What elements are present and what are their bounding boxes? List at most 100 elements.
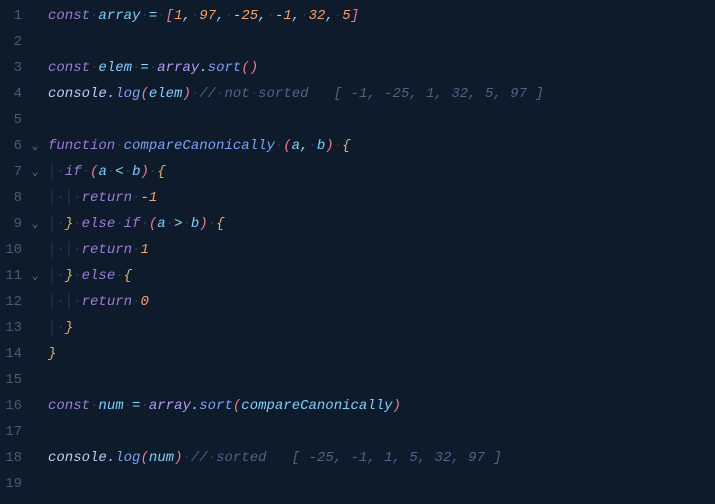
code-line[interactable]: 2 bbox=[0, 30, 715, 56]
code-content[interactable]: const·array·=·[1,·97,·-25,·-1,·32,·5] bbox=[42, 4, 359, 30]
token-op: - bbox=[140, 190, 148, 206]
code-content[interactable]: function·compareCanonically·(a,·b)·{ bbox=[42, 134, 351, 160]
token-var: compareCanonically bbox=[241, 398, 392, 414]
token-ws: · bbox=[182, 216, 190, 232]
fold-chevron-icon[interactable]: ⌄ bbox=[28, 215, 42, 235]
token-num: 1 bbox=[283, 8, 291, 24]
token-guide: │ bbox=[65, 242, 73, 258]
token-fn: log bbox=[115, 450, 140, 466]
code-content[interactable]: const·elem·=·array.sort() bbox=[42, 56, 258, 82]
code-content[interactable]: │·}·else·{ bbox=[42, 264, 132, 290]
line-number: 15 bbox=[0, 368, 28, 394]
code-line[interactable]: 17 bbox=[0, 420, 715, 446]
token-ws: · bbox=[56, 164, 64, 180]
code-line[interactable]: 4 console.log(elem)·//·not·sorted [ -1, -… bbox=[0, 82, 715, 108]
code-content[interactable]: │·}·else·if·(a·>·b)·{ bbox=[42, 212, 225, 238]
token-brace: } bbox=[65, 320, 73, 336]
token-comment: sorted bbox=[258, 86, 308, 102]
token-punct: . bbox=[199, 60, 207, 76]
token-ws: · bbox=[56, 242, 64, 258]
token-ws: · bbox=[115, 138, 123, 154]
token-ws: · bbox=[140, 398, 148, 414]
token-fn: log bbox=[115, 86, 140, 102]
code-line[interactable]: 1const·array·=·[1,·97,·-25,·-1,·32,·5] bbox=[0, 4, 715, 30]
line-number: 9 bbox=[0, 212, 28, 238]
line-number: 5 bbox=[0, 108, 28, 134]
token-kw: else bbox=[82, 216, 116, 232]
code-line[interactable]: 8│·│·return·-1 bbox=[0, 186, 715, 212]
token-var: array bbox=[98, 8, 140, 24]
token-ws: · bbox=[56, 216, 64, 232]
token-comment: // bbox=[199, 86, 216, 102]
code-line[interactable]: 3const·elem·=·array.sort() bbox=[0, 56, 715, 82]
code-line[interactable]: 16const·num·=·array.sort(compareCanonica… bbox=[0, 394, 715, 420]
code-line[interactable]: 13│·} bbox=[0, 316, 715, 342]
code-line[interactable]: 15 bbox=[0, 368, 715, 394]
token-kw: return bbox=[82, 242, 132, 258]
token-comment: [ -1, -25, 1, 32, 5, 97 ] bbox=[309, 86, 544, 102]
code-line[interactable]: 18 console.log(num)·//·sorted [ -25, -1, … bbox=[0, 446, 715, 472]
token-paren: ) bbox=[325, 138, 333, 154]
token-ws: · bbox=[73, 268, 81, 284]
token-kw: return bbox=[82, 190, 132, 206]
code-line[interactable]: 11⌄│·}·else·{ bbox=[0, 264, 715, 290]
token-obj: console bbox=[48, 86, 107, 102]
fold-chevron-icon[interactable]: ⌄ bbox=[28, 163, 42, 183]
token-kw: const bbox=[48, 398, 90, 414]
code-line[interactable]: 9⌄│·}·else·if·(a·>·b)·{ bbox=[0, 212, 715, 238]
token-ws: · bbox=[300, 8, 308, 24]
code-line[interactable]: 6⌄function·compareCanonically·(a,·b)·{ bbox=[0, 134, 715, 160]
fold-chevron-icon[interactable]: ⌄ bbox=[28, 137, 42, 157]
token-num: 97 bbox=[199, 8, 216, 24]
token-op: = bbox=[149, 8, 157, 24]
code-content[interactable]: const·num·=·array.sort(compareCanonicall… bbox=[42, 394, 401, 420]
code-line[interactable]: 7⌄│·if·(a·<·b)·{ bbox=[0, 160, 715, 186]
code-content[interactable]: } bbox=[42, 342, 56, 368]
token-num: 5 bbox=[342, 8, 350, 24]
token-paren: ] bbox=[351, 8, 359, 24]
code-line[interactable]: 19 bbox=[0, 472, 715, 498]
code-content[interactable]: │·│·return·0 bbox=[42, 290, 149, 316]
token-punct: , bbox=[325, 8, 333, 24]
token-ws: · bbox=[208, 216, 216, 232]
token-ws: · bbox=[140, 8, 148, 24]
token-paren: ( bbox=[149, 216, 157, 232]
code-line[interactable]: 10│·│·return·1 bbox=[0, 238, 715, 264]
token-ws: · bbox=[115, 268, 123, 284]
token-num: 25 bbox=[241, 8, 258, 24]
token-var: elem bbox=[98, 60, 132, 76]
code-content[interactable]: console.log(elem)·//·not·sorted [ -1, -2… bbox=[42, 82, 544, 108]
token-brace: { bbox=[342, 138, 350, 154]
code-content[interactable]: │·│·return·1 bbox=[42, 238, 149, 264]
fold-chevron-icon[interactable]: ⌄ bbox=[28, 267, 42, 287]
token-brace: { bbox=[124, 268, 132, 284]
token-comment: [ -25, -1, 1, 5, 32, 97 ] bbox=[267, 450, 502, 466]
token-ws: · bbox=[107, 164, 115, 180]
line-number: 18 bbox=[0, 446, 28, 472]
code-line[interactable]: 14} bbox=[0, 342, 715, 368]
token-paren: ( bbox=[140, 450, 148, 466]
code-line[interactable]: 12│·│·return·0 bbox=[0, 290, 715, 316]
line-number: 10 bbox=[0, 238, 28, 264]
token-ws: · bbox=[225, 8, 233, 24]
token-fn: compareCanonically bbox=[124, 138, 275, 154]
token-brace: { bbox=[157, 164, 165, 180]
code-line[interactable]: 5 bbox=[0, 108, 715, 134]
token-num: 0 bbox=[140, 294, 148, 310]
line-number: 19 bbox=[0, 472, 28, 498]
token-ws: · bbox=[73, 216, 81, 232]
token-ws: · bbox=[82, 164, 90, 180]
code-editor[interactable]: 1const·array·=·[1,·97,·-25,·-1,·32,·5]23… bbox=[0, 4, 715, 498]
token-var: a bbox=[292, 138, 300, 154]
token-ws: · bbox=[73, 190, 81, 206]
code-content[interactable]: │·if·(a·<·b)·{ bbox=[42, 160, 166, 186]
code-content[interactable]: │·│·return·-1 bbox=[42, 186, 157, 212]
line-number: 4 bbox=[0, 82, 28, 108]
token-obj: console bbox=[48, 450, 107, 466]
token-num: 32 bbox=[309, 8, 326, 24]
code-content[interactable]: │·} bbox=[42, 316, 73, 342]
code-content[interactable]: console.log(num)·//·sorted [ -25, -1, 1,… bbox=[42, 446, 502, 472]
token-var: num bbox=[98, 398, 123, 414]
line-number: 14 bbox=[0, 342, 28, 368]
token-ws: · bbox=[267, 8, 275, 24]
